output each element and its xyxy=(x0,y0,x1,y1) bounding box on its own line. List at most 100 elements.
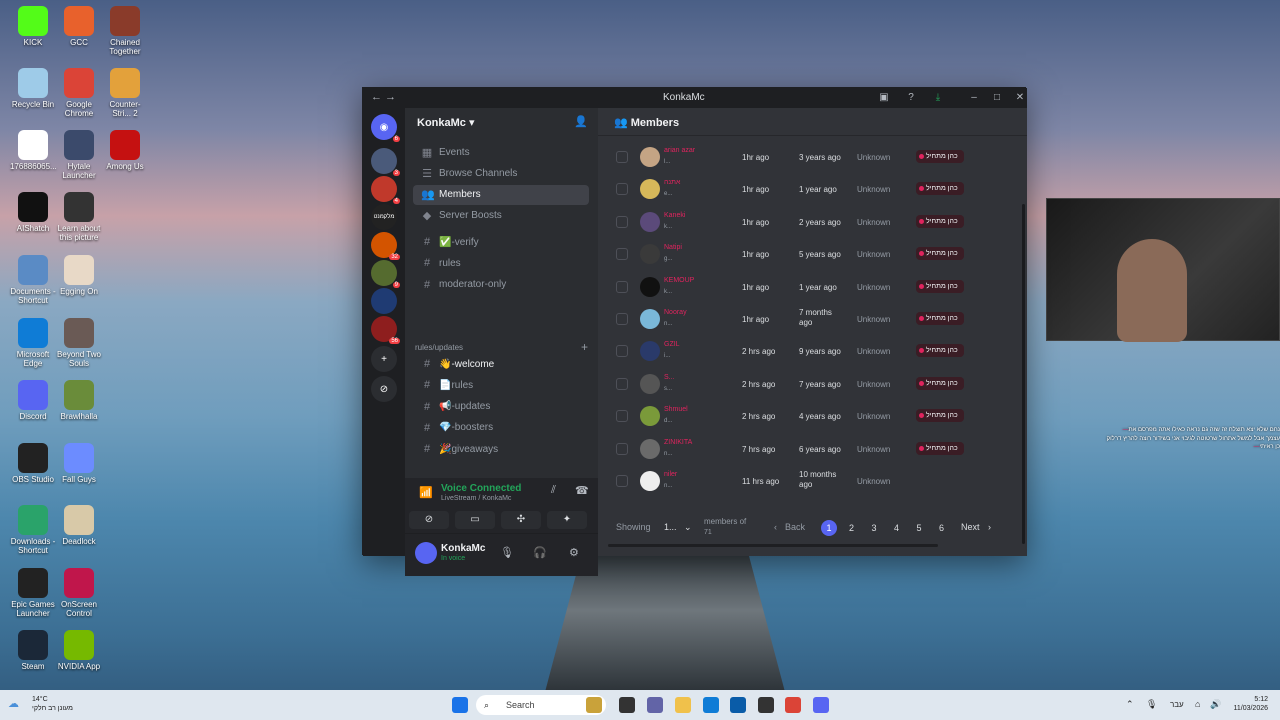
server-icon[interactable]: 3 xyxy=(371,148,400,176)
camera-off-icon[interactable]: ⊘ xyxy=(409,511,449,529)
server-icon[interactable]: 4 xyxy=(371,176,400,204)
checkbox[interactable] xyxy=(616,151,628,163)
role-badge[interactable]: כהן מתחיל xyxy=(916,279,964,293)
desktop-icon[interactable]: OBS Studio xyxy=(10,443,56,484)
page-button[interactable]: 6 xyxy=(934,520,950,536)
obs-taskbar-icon[interactable] xyxy=(758,697,774,713)
avatar[interactable] xyxy=(640,471,660,491)
nav-item[interactable]: ◆ Server Boosts xyxy=(413,206,589,226)
desktop-icon[interactable]: Beyond Two Souls xyxy=(56,318,102,368)
avatar[interactable] xyxy=(640,179,660,200)
desktop-icon[interactable]: Recycle Bin xyxy=(10,68,56,109)
avatar[interactable] xyxy=(640,309,660,329)
checkbox[interactable] xyxy=(616,475,628,487)
maximize-icon[interactable]: □ xyxy=(990,91,1004,105)
desktop-icon[interactable]: Downloads - Shortcut xyxy=(10,505,56,555)
checkbox[interactable] xyxy=(616,280,628,293)
desktop-icon[interactable]: OnScreen Control xyxy=(56,568,102,618)
back-forward-icon[interactable]: ← → xyxy=(371,91,396,103)
noise-suppression-icon[interactable]: ⫽ xyxy=(551,484,556,497)
checkbox[interactable] xyxy=(616,313,628,325)
network-icon[interactable]: ⌂ xyxy=(1195,699,1200,709)
table-row[interactable]: KEMOUP k... 1hr ago 1 year ago Unknown כהן מת… xyxy=(598,271,1018,303)
microphone-icon[interactable]: 🎙 xyxy=(500,546,514,559)
discord-taskbar-icon[interactable] xyxy=(813,697,829,713)
role-badge[interactable]: כהן מתחיל xyxy=(916,214,964,228)
edge-taskbar-icon[interactable] xyxy=(703,697,719,713)
page-button[interactable]: 3 xyxy=(866,520,882,536)
desktop-icon[interactable]: 176886065... xyxy=(10,130,57,171)
channel-item[interactable]: # 💎-boosters xyxy=(413,418,589,438)
role-badge[interactable]: כהן מתחיל xyxy=(916,344,964,358)
nav-item[interactable]: ▦ Events xyxy=(413,142,589,162)
server-icon[interactable]: מלקמנט xyxy=(371,204,397,230)
desktop-icon[interactable]: Among Us xyxy=(102,130,148,171)
file-explorer-icon[interactable] xyxy=(675,697,691,713)
role-badge[interactable]: כהן מתחיל xyxy=(916,312,964,325)
desktop-icon[interactable]: Egging On xyxy=(56,255,102,296)
settings-gear-icon[interactable]: ⚙ xyxy=(569,546,579,559)
avatar[interactable] xyxy=(640,341,660,362)
discover-icon[interactable]: ⊘ xyxy=(371,376,397,402)
desktop-icon[interactable]: AIShatch xyxy=(10,192,56,233)
server-icon[interactable]: 56 xyxy=(371,316,400,344)
table-row[interactable]: GZIL i... 2 hrs ago 9 years ago Unknown כהן מ… xyxy=(598,335,1018,367)
desktop-icon[interactable]: KICK xyxy=(10,6,56,47)
desktop-icon[interactable]: Google Chrome xyxy=(56,68,102,118)
teams-icon[interactable] xyxy=(647,697,663,713)
add-server-icon[interactable]: + xyxy=(371,346,397,372)
avatar[interactable] xyxy=(640,147,660,167)
avatar[interactable] xyxy=(640,244,660,265)
desktop-icon[interactable]: Steam xyxy=(10,630,56,671)
volume-icon[interactable]: 🔊 xyxy=(1210,699,1221,710)
role-badge[interactable]: כהן מתחיל xyxy=(916,441,964,455)
desktop-icon[interactable]: GCC xyxy=(56,6,102,47)
avatar[interactable] xyxy=(640,406,660,427)
role-badge[interactable]: כהן מתחיל xyxy=(916,247,964,261)
role-badge[interactable]: כהן מתחיל xyxy=(916,150,964,163)
channel-item[interactable]: # 🎉giveaways xyxy=(413,439,589,459)
server-header[interactable]: KonkaMc ▾ 👤 xyxy=(405,108,598,136)
horizontal-scrollbar[interactable] xyxy=(608,544,938,547)
activities-icon[interactable]: ✣ xyxy=(501,511,541,529)
checkbox[interactable] xyxy=(616,442,628,455)
back-button[interactable]: Back xyxy=(785,522,805,532)
per-page-select[interactable]: 1... xyxy=(664,522,677,532)
desktop-icon[interactable]: Epic Games Launcher xyxy=(10,568,56,618)
desktop-icon[interactable]: Learn about this picture xyxy=(56,192,102,242)
avatar[interactable] xyxy=(640,438,660,459)
clock[interactable]: 5:12 11/03/2026 xyxy=(1228,695,1268,713)
channel-item[interactable]: # 📢-updates xyxy=(413,397,589,417)
checkbox[interactable] xyxy=(616,183,628,196)
checkbox[interactable] xyxy=(616,345,628,358)
inbox-icon[interactable]: ▣ xyxy=(877,91,891,105)
screen-share-icon[interactable]: ▭ xyxy=(455,511,495,529)
table-row[interactable]: ZINIKITA n... 7 hrs ago 6 years ago Unknown כ… xyxy=(598,433,1018,465)
role-badge[interactable]: כהן מתחיל xyxy=(916,182,964,196)
server-icon[interactable]: 9 xyxy=(371,260,400,288)
desktop-icon[interactable]: Counter-Stri... 2 xyxy=(102,68,148,118)
close-icon[interactable]: ✕ xyxy=(1013,91,1027,105)
channel-item[interactable]: # moderator-only xyxy=(413,275,589,295)
category-label[interactable]: rules/updates xyxy=(415,343,463,352)
chrome-taskbar-icon[interactable] xyxy=(785,697,801,713)
channel-item[interactable]: # 📄rules xyxy=(413,375,589,395)
store-icon[interactable] xyxy=(730,697,746,713)
desktop-icon[interactable]: Microsoft Edge xyxy=(10,318,56,368)
role-badge[interactable]: כהן מתחיל xyxy=(916,409,964,423)
page-button[interactable]: 4 xyxy=(889,520,905,536)
add-channel-icon[interactable]: + xyxy=(581,340,588,354)
vertical-scrollbar[interactable] xyxy=(1022,204,1025,544)
headphones-icon[interactable]: 🎧 xyxy=(533,546,547,559)
desktop-icon[interactable]: Documents - Shortcut xyxy=(10,255,56,305)
table-row[interactable]: אתנה e... 1hr ago 1 year ago Unknown כהן מתחי… xyxy=(598,173,1018,205)
page-button[interactable]: 1 xyxy=(821,520,837,536)
checkbox[interactable] xyxy=(616,410,628,423)
table-row[interactable]: arian azar l... 1hr ago 3 years ago Unknown כ… xyxy=(598,141,1018,173)
voice-channel[interactable]: LiveStream / KonkaMc xyxy=(441,495,511,502)
avatar[interactable] xyxy=(640,373,660,394)
table-row[interactable]: S... s... 2 hrs ago 7 years ago Unknown כהן מ… xyxy=(598,368,1018,400)
desktop-icon[interactable]: NVIDIA App xyxy=(56,630,102,671)
server-icon[interactable] xyxy=(371,288,397,314)
weather-icon[interactable]: ☁ xyxy=(8,697,19,710)
